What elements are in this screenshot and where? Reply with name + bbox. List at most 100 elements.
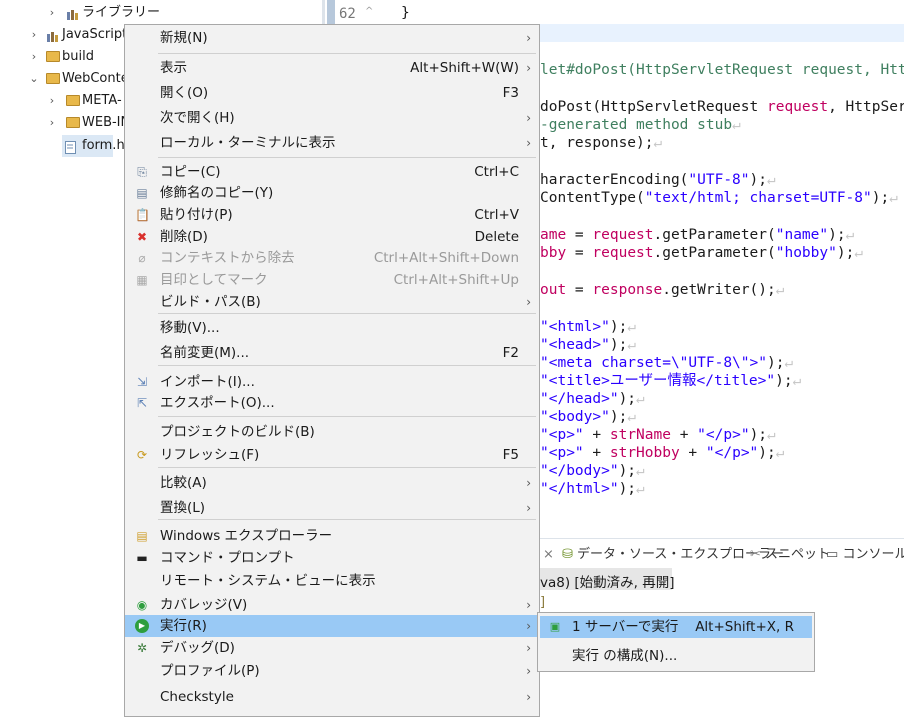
menu-item-label: 削除(D) [160,229,208,245]
tab-label: コンソール [842,547,904,562]
chevron-right-icon: › [526,295,531,309]
close-icon[interactable]: ⨯ [543,546,554,564]
menu-item-item-3[interactable]: 次で開く(H) › [125,107,539,129]
menu-item-label: 比較(A) [160,475,207,491]
tab-console[interactable]: ▭ コンソール [826,546,904,564]
code-line: "</head>");↵ [540,391,645,407]
menu-item-run[interactable]: ▶ 実行(R) › [125,615,539,637]
chevron-right-icon: › [526,476,531,490]
menu-item-accelerator: Ctrl+Alt+Shift+Down [373,250,519,266]
tab-snippets[interactable]: ✂ スニペット [750,546,830,564]
menu-item-debug[interactable]: ✲ デバッグ(D) › [125,637,539,659]
console-icon: ▭ [826,547,839,562]
menu-item-accelerator: Alt+Shift+W(W) [410,60,519,76]
chevron-right-icon[interactable]: › [46,112,58,134]
menu-item-label: 貼り付け(P) [160,207,233,223]
folder-icon [46,51,60,62]
export-icon: ⇱ [136,396,148,410]
menu-item-label: リフレッシュ(F) [160,447,260,463]
menu-separator [158,365,536,366]
paste-icon: 📋 [135,208,150,222]
menu-item-label: プロファイル(P) [160,663,260,679]
menu-item-item-13[interactable]: 名前変更(M)... F2 [125,342,539,364]
chevron-down-icon[interactable]: ⌄ [28,68,40,90]
code-line: "<html>");↵ [540,319,637,335]
tree-item-form-html[interactable]: form.h [62,135,125,157]
menu-item-item-12[interactable]: 移動(V)... [125,317,539,339]
code-line: "<p>" + strHobby + "</p>");↵ [540,445,785,461]
menu-separator [158,416,536,417]
code-line: "<title>ユーザー情報</title>");↵ [540,373,802,389]
code-line: ame = request.getParameter("name");↵ [540,227,855,243]
chevron-right-icon[interactable]: › [46,90,58,112]
menu-item-label: 移動(V)... [160,320,220,336]
coverage-icon: ◉ [136,598,148,612]
menu-item-run-configurations[interactable]: 実行 の構成(N)... [540,645,812,667]
menu-separator [158,519,536,520]
menu-item-label: 目印としてマーク [160,272,268,288]
menu-item-command-prompt[interactable]: ▬ コマンド・プロンプト [125,547,539,569]
command-prompt-icon: ▬ [136,551,148,565]
menu-item-item-4[interactable]: ローカル・ターミナルに表示 › [125,132,539,154]
chevron-right-icon[interactable]: › [28,46,40,68]
remove-context-icon: ⌀ [138,251,146,265]
menu-item-item-22[interactable]: リモート・システム・ビューに表示 [125,570,539,592]
menu-separator [158,53,536,54]
code-line: t, response);↵ [540,135,663,151]
menu-item-delete[interactable]: ✖ 削除(D) Delete [125,226,539,248]
tree-item-label: JavaScript [62,27,128,42]
chevron-right-icon: › [526,664,531,678]
menu-item-label: エクスポート(O)... [160,395,275,411]
tab-label: スニペット [765,547,831,562]
menu-separator [158,157,536,158]
menu-item-label: 修飾名のコピー(Y) [160,185,274,201]
menu-item-item-26[interactable]: プロファイル(P) › [125,660,539,682]
html-file-icon [65,140,79,154]
chevron-right-icon: › [526,619,531,633]
menu-separator [158,467,536,468]
menu-item-accelerator: F2 [502,345,519,361]
menu-item-item-19[interactable]: 置換(L) › [125,497,539,519]
menu-item-accelerator: Ctrl+V [474,207,519,223]
menu-item-refresh[interactable]: ⟳ リフレッシュ(F) F5 [125,444,539,466]
menu-item-label: コマンド・プロンプト [160,550,295,566]
import-icon: ⇲ [136,375,148,389]
menu-item-item-16[interactable]: プロジェクトのビルド(B) [125,421,539,443]
menu-item-copy-qualified-name[interactable]: ▤ 修飾名のコピー(Y) [125,182,539,204]
menu-item-import[interactable]: ⇲ インポート(I)... [125,371,539,393]
menu-item-coverage[interactable]: ◉ カバレッジ(V) › [125,594,539,616]
menu-item-item-18[interactable]: 比較(A) › [125,472,539,494]
menu-item-label: Windows エクスプローラー [160,528,333,544]
library-icon [66,7,80,20]
folder-icon [66,95,80,106]
run-icon: ▶ [135,619,149,633]
tree-item-label: build [62,49,94,64]
menu-item-export[interactable]: ⇱ エクスポート(O)... [125,392,539,414]
menu-item-label: デバッグ(D) [160,640,235,656]
menu-item-label: コピー(C) [160,164,221,180]
menu-item-item-1[interactable]: 表示 Alt+Shift+W(W) › [125,57,539,79]
menu-item-label: ローカル・ターミナルに表示 [160,135,336,151]
context-menu: 新規(N) › 表示 Alt+Shift+W(W) › 開く(O) F3 次で開く(H) › ロー… [124,24,540,717]
tree-item-label: META- [82,93,122,108]
menu-item-copy[interactable]: ⎘ コピー(C) Ctrl+C [125,161,539,183]
copy-icon: ⎘ [137,165,147,179]
fold-icon[interactable]: ^ [365,6,373,17]
code-line: ContentType("text/html; charset=UTF-8");… [540,190,898,206]
chevron-right-icon: › [526,136,531,150]
debug-icon: ✲ [136,641,148,655]
chevron-right-icon: › [526,690,531,704]
run-submenu: ▣ 1 サーバーで実行 Alt+Shift+X, R 実行 の構成(N)... [537,612,815,672]
chevron-right-icon[interactable]: › [28,24,40,46]
server-status[interactable]: va8) [始動済み, 再開] [540,571,675,591]
menu-item-item-11[interactable]: ビルド・パス(B) › [125,291,539,313]
menu-item-item-2[interactable]: 開く(O) F3 [125,82,539,104]
code-line: "<p>" + strName + "</p>");↵ [540,427,776,443]
chevron-right-icon: › [526,31,531,45]
menu-item-item-0[interactable]: 新規(N) › [125,27,539,49]
menu-item-windows-explorer[interactable]: ▤ Windows エクスプローラー [125,525,539,547]
menu-item-run-on-server[interactable]: ▣ 1 サーバーで実行 Alt+Shift+X, R [540,616,812,638]
chevron-right-icon[interactable]: › [46,2,58,24]
menu-item-paste[interactable]: 📋 貼り付け(P) Ctrl+V [125,204,539,226]
menu-item-item-27[interactable]: Checkstyle › [125,686,539,708]
